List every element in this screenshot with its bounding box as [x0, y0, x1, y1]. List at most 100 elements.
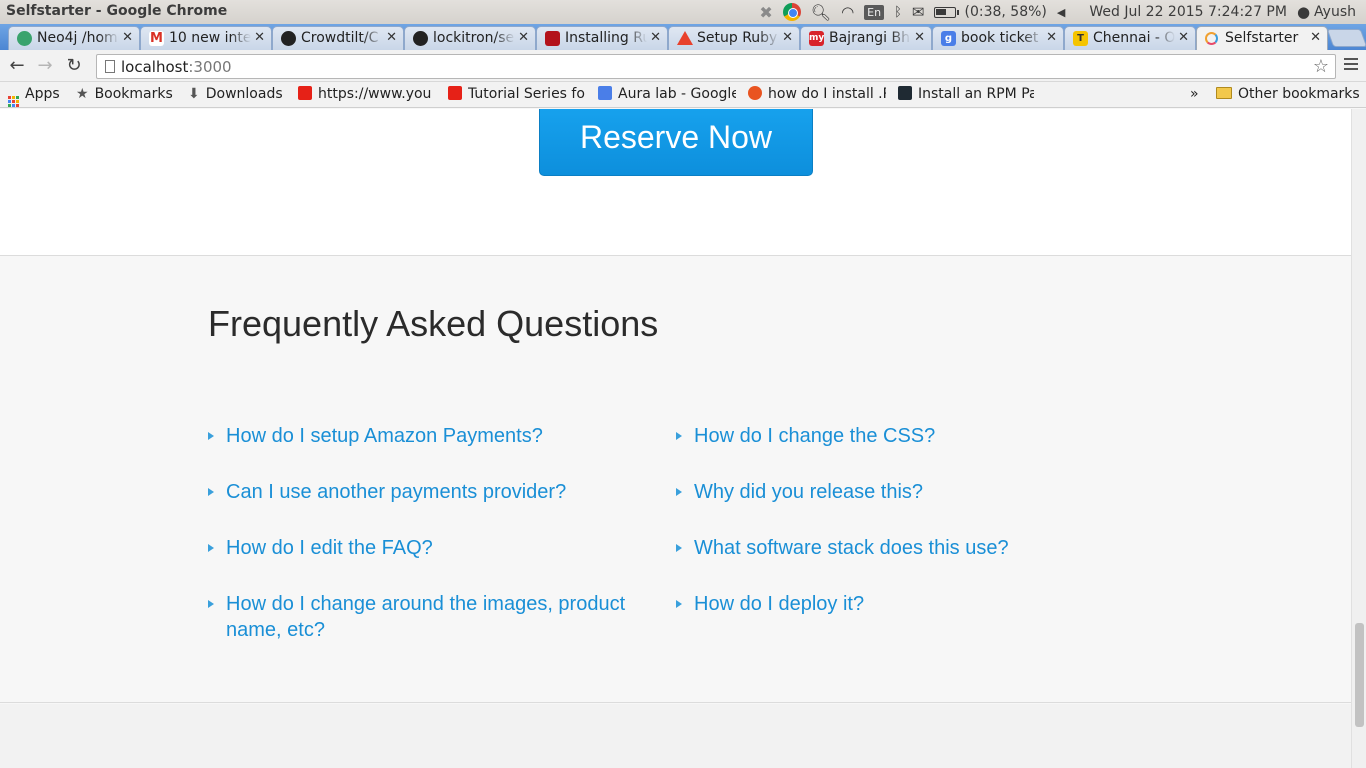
bookmark-how-do-i-install[interactable]: how do I install .R [748, 86, 886, 102]
bookmark-apps[interactable]: Apps [8, 86, 60, 107]
tab-label: Chennai - O [1093, 30, 1175, 46]
vertical-scrollbar[interactable] [1351, 109, 1366, 768]
battery-status: (0:38, 58%) [964, 4, 1047, 20]
bookmarks-bar: Apps ★ Bookmarks ⬇ Downloads https://www.y… [0, 82, 1366, 108]
faq-question: How do I change the CSS? [694, 425, 936, 447]
bookmarks-overflow-chevron[interactable]: » [1190, 86, 1199, 102]
reserve-now-button[interactable]: Reserve Now [539, 109, 813, 176]
bookmark-label: Bookmarks [94, 86, 173, 102]
os-top-panel: Selfstarter - Google Chrome ✖ 🔍︎ ◠ En ᛒ … [0, 0, 1366, 24]
user-name: Ayush [1314, 4, 1356, 20]
tab-selfstarter[interactable]: Selfstarter ✕ [1196, 26, 1328, 50]
user-menu[interactable]: ● Ayush [1297, 3, 1356, 21]
close-icon[interactable]: ✕ [1046, 30, 1057, 45]
tab-chennai[interactable]: T Chennai - O ✕ [1064, 26, 1196, 50]
wifi-icon[interactable]: ◠ [841, 3, 854, 21]
tab-installing-ruby[interactable]: Installing Ru ✕ [536, 26, 668, 50]
faq-item[interactable]: How do I setup Amazon Payments? [208, 423, 648, 449]
faq-question: How do I change around the images, produ… [226, 593, 626, 641]
bookmark-install-rpm[interactable]: Install an RPM Pa [898, 86, 1034, 102]
bookmark-bookmarks[interactable]: ★ Bookmarks [76, 86, 173, 102]
faq-item[interactable]: Why did you release this? [676, 479, 1116, 505]
address-bar[interactable]: localhost:3000 ☆ [96, 54, 1336, 79]
bookmark-downloads[interactable]: ⬇ Downloads [188, 86, 283, 102]
bookmark-label: Install an RPM Pa [918, 86, 1034, 102]
google-sites-icon [598, 86, 612, 100]
faq-item[interactable]: How do I edit the FAQ? [208, 535, 648, 561]
close-icon[interactable]: ✕ [914, 30, 925, 45]
close-icon[interactable]: ✕ [650, 30, 661, 45]
url-port: :3000 [188, 58, 232, 76]
page-icon [105, 60, 115, 73]
bookmark-other-bookmarks[interactable]: Other bookmarks [1216, 86, 1360, 102]
close-icon[interactable]: ✕ [122, 30, 133, 45]
url-host: localhost [121, 58, 189, 76]
faq-question: Can I use another payments provider? [226, 481, 567, 503]
bookmark-star-icon[interactable]: ☆ [1313, 56, 1329, 77]
faq-item[interactable]: How do I deploy it? [676, 591, 1116, 617]
tab-crowdtilt[interactable]: Crowdtilt/C ✕ [272, 26, 404, 50]
tab-book-ticket[interactable]: g book ticket ✕ [932, 26, 1064, 50]
bookmark-tutorial-series[interactable]: Tutorial Series for [448, 86, 586, 102]
caret-right-icon [676, 432, 682, 440]
tab-gmail[interactable]: M 10 new inter ✕ [140, 26, 272, 50]
bookmark-label: how do I install .R [768, 86, 886, 102]
faq-item[interactable]: Can I use another payments provider? [208, 479, 648, 505]
mail-icon[interactable]: ✉ [912, 3, 925, 21]
tab-neo4j[interactable]: Neo4j /home ✕ [8, 26, 140, 50]
close-icon[interactable]: ✕ [782, 30, 793, 45]
tab-label: 10 new inter [169, 30, 251, 46]
bookmyshow-icon: my [809, 31, 824, 46]
search-icon[interactable]: 🔍︎ [811, 3, 831, 22]
close-icon[interactable]: ✕ [386, 30, 397, 45]
caret-right-icon [208, 600, 214, 608]
keyboard-layout-indicator[interactable]: En [864, 4, 885, 20]
faq-item[interactable]: What software stack does this use? [676, 535, 1116, 561]
chrome-icon[interactable] [782, 3, 801, 21]
github-icon [413, 31, 428, 46]
google-icon: g [941, 31, 956, 46]
tab-lockitron[interactable]: lockitron/se ✕ [404, 26, 536, 50]
github-icon [281, 31, 296, 46]
bookmark-aura-lab[interactable]: Aura lab - Google [598, 86, 736, 102]
bookmark-label: Other bookmarks [1238, 86, 1360, 102]
caret-right-icon [208, 544, 214, 552]
tab-setup-ruby[interactable]: Setup Ruby ✕ [668, 26, 800, 50]
star-icon: ★ [76, 86, 89, 102]
faq-column-left: How do I setup Amazon Payments? Can I us… [208, 423, 648, 673]
system-tray: ✖ 🔍︎ ◠ En ᛒ ✉ (0:38, 58%) ◀ Wed Jul 22 2… [759, 0, 1366, 24]
tab-label: Setup Ruby [697, 30, 778, 46]
caret-right-icon [208, 488, 214, 496]
bookmark-youtube[interactable]: https://www.you [298, 86, 436, 102]
close-icon[interactable]: ✕ [1178, 30, 1189, 45]
bookmark-label: https://www.you [318, 86, 432, 102]
bookmark-label: Downloads [205, 86, 283, 102]
caret-right-icon [208, 432, 214, 440]
caret-right-icon [676, 600, 682, 608]
close-icon[interactable]: ✕ [1310, 30, 1321, 45]
close-x-icon[interactable]: ✖ [759, 3, 772, 22]
window-title: Selfstarter - Google Chrome [6, 3, 228, 19]
new-tab-button[interactable] [1326, 29, 1366, 47]
scrollbar-thumb[interactable] [1355, 623, 1364, 727]
forward-arrow-icon[interactable]: → [34, 55, 56, 77]
bookmark-label: Tutorial Series for [468, 86, 586, 102]
reload-icon[interactable]: ↻ [63, 55, 85, 77]
faq-section: Frequently Asked Questions How do I setu… [0, 257, 1351, 703]
faq-item[interactable]: How do I change around the images, produ… [208, 591, 638, 643]
folder-icon [1216, 87, 1232, 99]
close-icon[interactable]: ✕ [254, 30, 265, 45]
bluetooth-icon[interactable]: ᛒ [894, 5, 902, 20]
close-icon[interactable]: ✕ [518, 30, 529, 45]
volume-icon[interactable]: ◀ [1057, 6, 1065, 19]
ruby-icon [545, 31, 560, 46]
clock[interactable]: Wed Jul 22 2015 7:24:27 PM [1089, 4, 1287, 20]
back-arrow-icon[interactable]: ← [6, 55, 28, 77]
chrome-menu-icon[interactable] [1344, 58, 1358, 73]
url-text[interactable]: localhost:3000 [121, 58, 232, 76]
battery-indicator[interactable]: (0:38, 58%) [934, 4, 1047, 20]
tab-strip: Neo4j /home ✕ M 10 new inter ✕ Crowdtilt… [0, 24, 1366, 50]
tab-bajrangi[interactable]: my Bajrangi Bh ✕ [800, 26, 932, 50]
tab-label: Selfstarter [1225, 30, 1299, 46]
faq-item[interactable]: How do I change the CSS? [676, 423, 1116, 449]
